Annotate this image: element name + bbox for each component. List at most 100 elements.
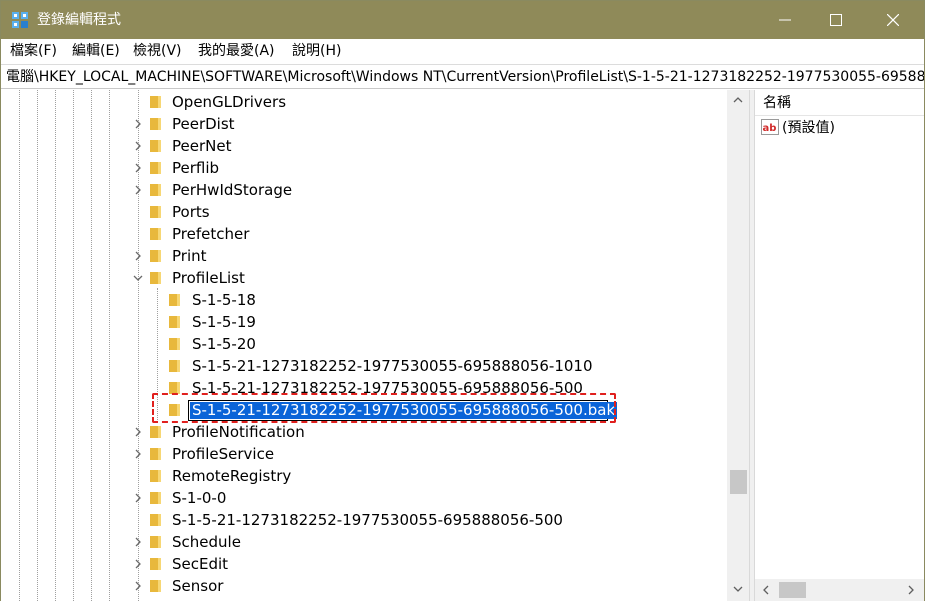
address-bar[interactable]: 電腦\HKEY_LOCAL_MACHINE\SOFTWARE\Microsoft… xyxy=(1,64,924,89)
tree-node[interactable]: Perflib xyxy=(1,157,727,179)
scroll-thumb[interactable] xyxy=(730,470,747,494)
tree-node[interactable]: SecEdit xyxy=(1,553,727,575)
column-divider xyxy=(755,115,924,116)
minimize-button[interactable] xyxy=(762,1,808,39)
value-row[interactable]: ab (預設值) xyxy=(761,117,921,139)
minimize-icon xyxy=(779,19,791,21)
folder-icon xyxy=(150,448,161,460)
tree-node-label: S-1-5-21-1273182252-1977530055-695888056… xyxy=(192,357,593,375)
tree-node-label: ProfileService xyxy=(172,445,275,463)
tree-node[interactable]: Sensor xyxy=(1,575,727,597)
chevron-right-icon[interactable] xyxy=(132,250,144,262)
folder-icon xyxy=(169,294,180,306)
tree-node-label: OpenGLDrivers xyxy=(172,93,287,111)
scroll-thumb[interactable] xyxy=(779,582,806,598)
maximize-icon xyxy=(830,14,842,26)
tree-node[interactable]: RemoteRegistry xyxy=(1,465,727,487)
folder-icon xyxy=(150,536,161,548)
menu-bar: 檔案(F) 編輯(E) 檢視(V) 我的最愛(A) 說明(H) xyxy=(1,39,924,63)
folder-icon xyxy=(169,360,180,372)
menu-file[interactable]: 檔案(F) xyxy=(10,42,57,60)
tree-node-label: S-1-5-21-1273182252-1977530055-695888056… xyxy=(172,511,563,529)
tree-node[interactable]: S-1-0-0 xyxy=(1,487,727,509)
folder-icon xyxy=(169,316,180,328)
highlight-frame xyxy=(152,393,616,423)
column-header-name[interactable]: 名稱 xyxy=(763,94,791,112)
chevron-right-icon[interactable] xyxy=(132,118,144,130)
maximize-button[interactable] xyxy=(813,1,859,39)
folder-icon xyxy=(150,558,161,570)
tree-node-label: Prefetcher xyxy=(172,225,250,243)
tree-node-label: Print xyxy=(172,247,207,265)
tree-node-label: ProfileList xyxy=(172,269,245,287)
tree-node[interactable]: Print xyxy=(1,245,727,267)
scroll-down-icon[interactable] xyxy=(733,585,743,593)
tree-node-label: SecEdit xyxy=(172,555,229,573)
menu-help[interactable]: 說明(H) xyxy=(292,42,341,60)
chevron-right-icon[interactable] xyxy=(132,448,144,460)
tree-node[interactable]: Prefetcher xyxy=(1,223,727,245)
tree-node[interactable]: ProfileNotification xyxy=(1,421,727,443)
string-value-icon: ab xyxy=(761,119,779,135)
value-list-pane[interactable]: 名稱 ab (預設值) xyxy=(755,90,924,601)
registry-editor-icon xyxy=(12,12,28,28)
tree-node-label: S-1-0-0 xyxy=(172,489,227,507)
tree-node[interactable]: S-1-5-21-1273182252-1977530055-695888056… xyxy=(1,355,727,377)
folder-icon xyxy=(150,206,161,218)
chevron-right-icon[interactable] xyxy=(132,184,144,196)
menu-view[interactable]: 檢視(V) xyxy=(133,42,182,60)
folder-icon xyxy=(150,184,161,196)
tree-node-label: PerHwIdStorage xyxy=(172,181,293,199)
chevron-down-icon[interactable] xyxy=(132,272,144,284)
tree-node-label: S-1-5-18 xyxy=(192,291,256,309)
scroll-left-icon[interactable] xyxy=(762,585,770,595)
tree-node-label: RemoteRegistry xyxy=(172,467,292,485)
tree-node[interactable]: S-1-5-19 xyxy=(1,311,727,333)
tree-node[interactable]: Ports xyxy=(1,201,727,223)
tree-node[interactable]: S-1-5-18 xyxy=(1,289,727,311)
tree-node[interactable]: S-1-5-20 xyxy=(1,333,727,355)
chevron-right-icon[interactable] xyxy=(132,558,144,570)
tree-node[interactable]: PeerDist xyxy=(1,113,727,135)
window-title: 登錄編輯程式 xyxy=(37,12,121,28)
tree-node-label: Ports xyxy=(172,203,210,221)
scroll-up-icon[interactable] xyxy=(733,96,743,104)
chevron-right-icon[interactable] xyxy=(132,580,144,592)
folder-icon xyxy=(150,580,161,592)
close-button[interactable] xyxy=(870,1,916,39)
folder-icon xyxy=(150,118,161,130)
menu-favorites[interactable]: 我的最愛(A) xyxy=(198,42,275,60)
title-bar[interactable]: 登錄編輯程式 xyxy=(1,1,924,39)
values-horizontal-scrollbar[interactable] xyxy=(755,579,924,601)
folder-icon xyxy=(150,140,161,152)
chevron-right-icon[interactable] xyxy=(132,492,144,504)
folder-icon xyxy=(150,514,161,526)
chevron-right-icon[interactable] xyxy=(132,162,144,174)
value-name: (預設值) xyxy=(782,120,835,136)
folder-icon xyxy=(150,470,161,482)
tree-node-label: PeerNet xyxy=(172,137,232,155)
scroll-right-icon[interactable] xyxy=(907,585,915,595)
tree-node[interactable]: ProfileService xyxy=(1,443,727,465)
registry-editor-window: 登錄編輯程式 檔案(F) 編輯(E) 檢視(V) 我的最愛(A) 說明(H) 電… xyxy=(0,0,925,601)
tree-node[interactable]: ProfileList xyxy=(1,267,727,289)
tree-node-label: Perflib xyxy=(172,159,220,177)
tree-node[interactable]: PeerNet xyxy=(1,135,727,157)
folder-icon xyxy=(169,338,180,350)
key-tree-pane[interactable]: OpenGLDrivers PeerDist PeerNet Perflib PerHw… xyxy=(1,90,749,601)
chevron-right-icon[interactable] xyxy=(132,140,144,152)
tree-node[interactable]: S-1-5-21-1273182252-1977530055-695888056… xyxy=(1,509,727,531)
chevron-right-icon[interactable] xyxy=(132,536,144,548)
menu-edit[interactable]: 編輯(E) xyxy=(72,42,120,60)
folder-icon xyxy=(150,492,161,504)
tree-vertical-scrollbar[interactable] xyxy=(727,90,749,601)
tree-node[interactable]: OpenGLDrivers xyxy=(1,91,727,113)
tree-node[interactable]: PerHwIdStorage xyxy=(1,179,727,201)
tree-node-label: PeerDist xyxy=(172,115,235,133)
tree-node[interactable]: Schedule xyxy=(1,531,727,553)
tree-node-label: S-1-5-20 xyxy=(192,335,256,353)
address-path[interactable]: 電腦\HKEY_LOCAL_MACHINE\SOFTWARE\Microsoft… xyxy=(6,68,924,86)
folder-icon xyxy=(150,272,161,284)
chevron-right-icon[interactable] xyxy=(132,426,144,438)
folder-icon xyxy=(150,426,161,438)
